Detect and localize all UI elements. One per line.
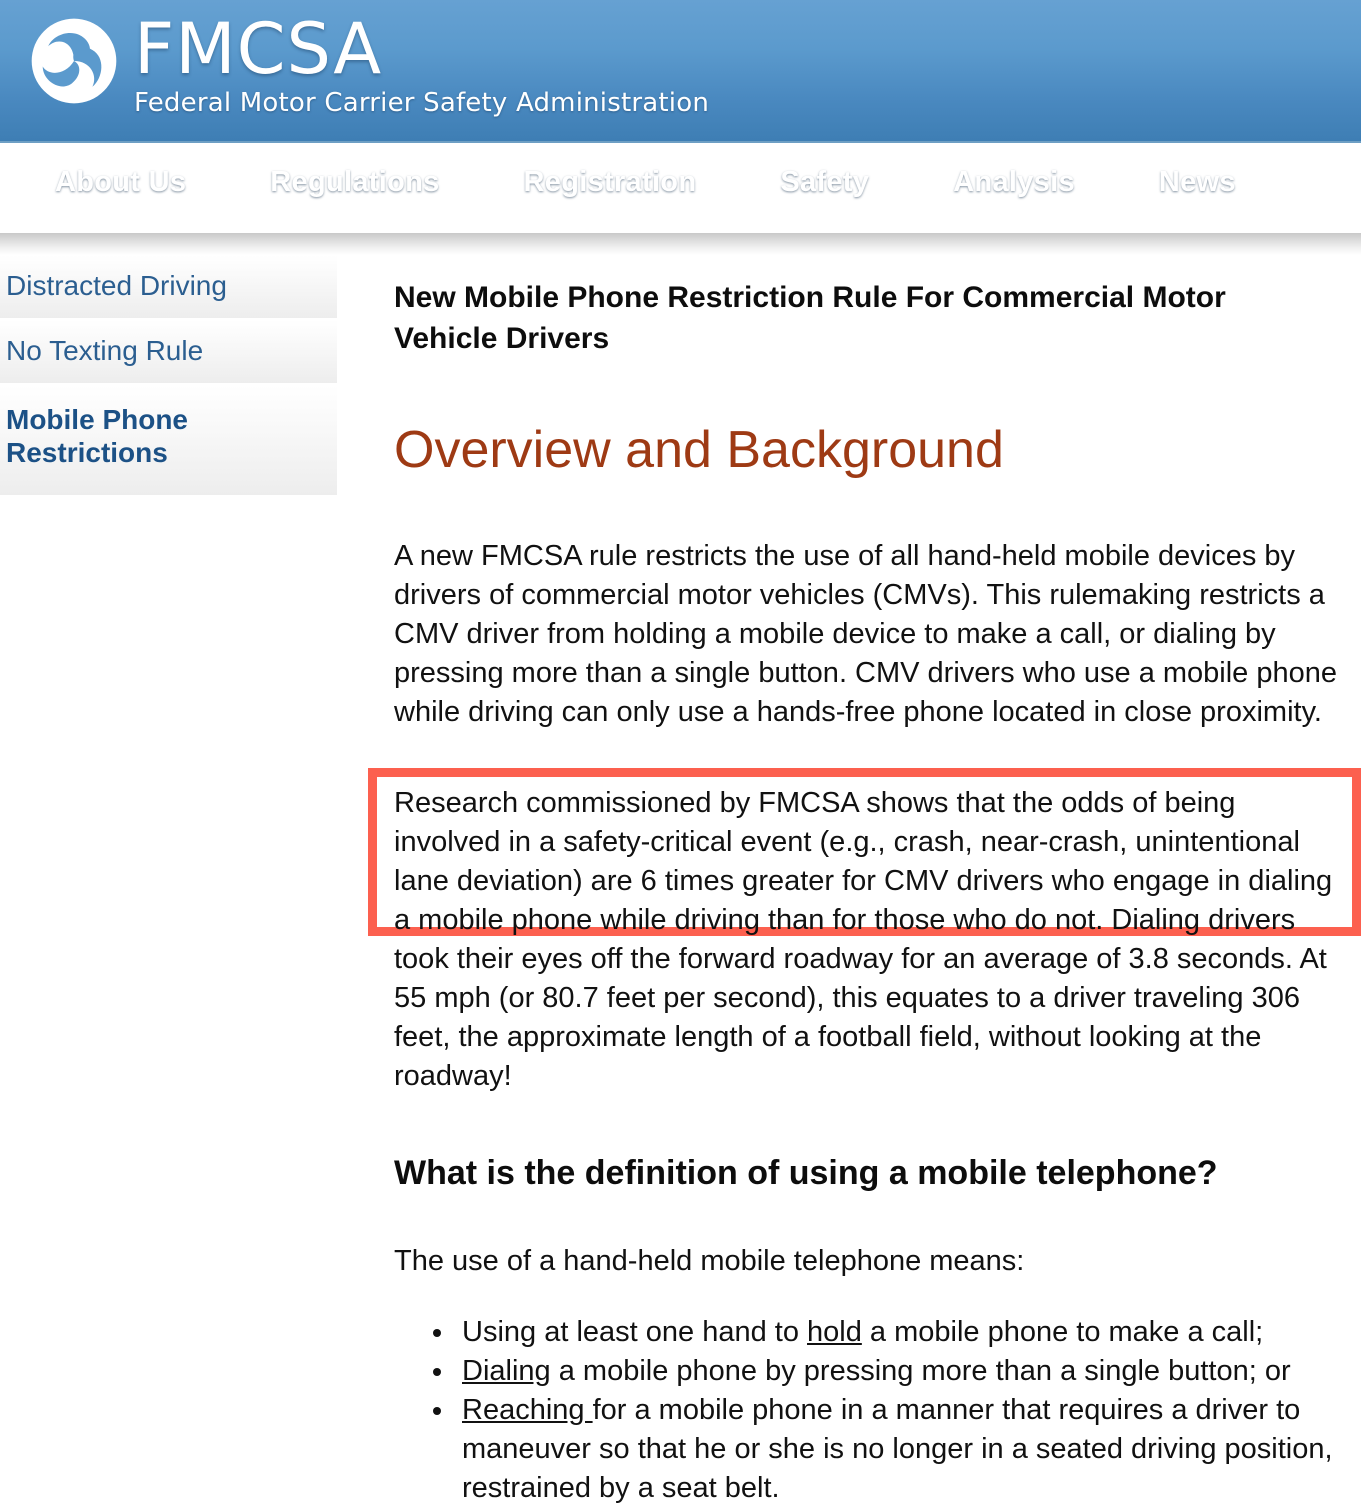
sidebar-item-label: Distracted Driving (6, 270, 227, 301)
nav-item-news[interactable]: News (1159, 166, 1236, 199)
nav-item-analysis[interactable]: Analysis (953, 166, 1075, 199)
sub-heading-definition: What is the definition of using a mobile… (394, 1154, 1218, 1192)
nav-item-registration[interactable]: Registration (524, 166, 697, 199)
secondary-sidebar: Distracted Driving No Texting Rule Mobil… (0, 255, 337, 497)
page-title: New Mobile Phone Restriction Rule For Co… (394, 281, 1226, 355)
list-item-text-after: a mobile phone to make a call; (861, 1316, 1264, 1348)
dot-triskelion-logo-icon (31, 18, 117, 104)
list-item: Reaching for a mobile phone in a manner … (456, 1391, 1347, 1508)
definition-list: Using at least one hand to hold a mobile… (394, 1313, 1347, 1508)
primary-navigation: About Us Regulations Registration Safety… (0, 141, 1361, 233)
list-item-text-after: for a mobile phone in a manner that requ… (462, 1394, 1333, 1504)
nav-item-safety[interactable]: Safety (780, 166, 869, 199)
nav-drop-shadow (0, 233, 1361, 255)
nav-item-regulations[interactable]: Regulations (270, 166, 439, 199)
site-masthead: FMCSA Federal Motor Carrier Safety Admin… (0, 0, 1361, 141)
list-item-keyword: Reaching (462, 1394, 593, 1426)
list-item-keyword: hold (807, 1316, 862, 1348)
brand-subtitle: Federal Motor Carrier Safety Administrat… (134, 88, 710, 118)
site-brand[interactable]: FMCSA Federal Motor Carrier Safety Admin… (28, 10, 709, 118)
paragraph-overview-intro: A new FMCSA rule restricts the use of al… (394, 540, 1338, 728)
list-item: Dialing a mobile phone by pressing more … (456, 1352, 1347, 1391)
list-item-text-after: a mobile phone by pressing more than a s… (550, 1355, 1291, 1387)
nav-item-about-us[interactable]: About Us (55, 166, 186, 199)
list-item-text-before: Using at least one hand to (462, 1316, 808, 1348)
page-body: Distracted Driving No Texting Rule Mobil… (0, 255, 1361, 1508)
definition-lead-in: The use of a hand-held mobile telephone … (394, 1245, 1025, 1277)
main-content: New Mobile Phone Restriction Rule For Co… (337, 255, 1361, 1508)
highlighted-research-passage: Research commissioned by FMCSA shows tha… (368, 768, 1361, 1096)
sidebar-item-label: Mobile Phone Restrictions (6, 404, 188, 468)
paragraph-research-findings: Research commissioned by FMCSA shows tha… (394, 787, 1333, 1092)
sidebar-item-distracted-driving[interactable]: Distracted Driving (0, 255, 337, 320)
list-item-keyword: Dialing (462, 1355, 551, 1387)
brand-title: FMCSA (134, 8, 383, 90)
sidebar-item-mobile-phone-restrictions[interactable]: Mobile Phone Restrictions (0, 385, 337, 497)
sidebar-item-label: No Texting Rule (6, 335, 204, 366)
sidebar-item-no-texting-rule[interactable]: No Texting Rule (0, 320, 337, 385)
section-heading-overview: Overview and Background (394, 421, 1004, 479)
list-item: Using at least one hand to hold a mobile… (456, 1313, 1347, 1352)
